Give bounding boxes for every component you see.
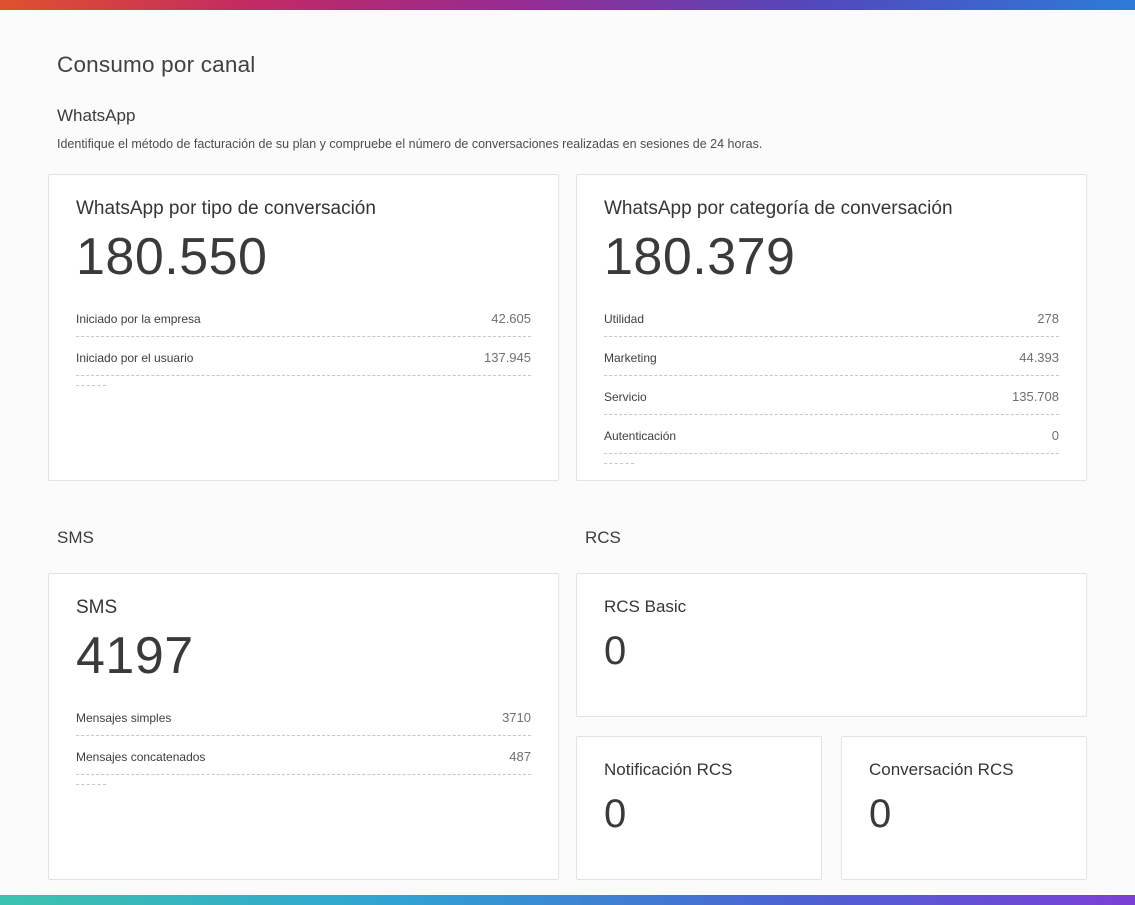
section-heading-rcs: RCS xyxy=(585,527,621,547)
card-total: 180.379 xyxy=(604,227,796,286)
whatsapp-cards-grid: WhatsApp por tipo de conversación 180.55… xyxy=(48,173,1087,481)
card-total: 0 xyxy=(869,792,892,837)
card-total: 0 xyxy=(604,629,627,674)
stat-label: Marketing xyxy=(604,350,657,365)
stat-row: Marketing 44.393 xyxy=(604,337,1059,376)
stat-value: 42.605 xyxy=(491,310,531,326)
stat-value: 137.945 xyxy=(484,349,531,365)
stat-row: Utilidad 278 xyxy=(604,298,1059,337)
stat-label: Mensajes concatenados xyxy=(76,749,206,764)
stat-label: Autenticación xyxy=(604,428,677,443)
card-title: SMS xyxy=(76,596,118,618)
stat-value: 135.708 xyxy=(1012,388,1059,404)
top-gradient-bar xyxy=(0,0,1135,10)
stat-value: 44.393 xyxy=(1019,349,1059,365)
stat-label: Servicio xyxy=(604,389,647,404)
rcs-small-cards-grid: Notificación RCS 0 Conversación RCS 0 xyxy=(576,717,1087,880)
stat-value: 0 xyxy=(1051,427,1059,443)
consumption-report-page: Consumo por canal WhatsApp Identifique e… xyxy=(0,10,1135,895)
section-heading-whatsapp: WhatsApp xyxy=(57,106,136,126)
bottom-gradient-bar xyxy=(0,895,1135,905)
page-title: Consumo por canal xyxy=(57,52,256,77)
sms-rcs-section: SMS SMS 4197 Mensajes simples 3710 Mensa… xyxy=(48,481,1087,880)
stat-row: Iniciado por la empresa 42.605 xyxy=(76,298,531,337)
card-title: WhatsApp por tipo de conversación xyxy=(76,197,376,219)
card-whatsapp-por-categoria: WhatsApp por categoría de conversación 1… xyxy=(576,173,1087,481)
stat-rows: Utilidad 278 Marketing 44.393 Servicio 1… xyxy=(604,298,1059,464)
stat-label: Utilidad xyxy=(604,311,645,326)
stat-value: 278 xyxy=(1037,310,1059,326)
stat-row: Mensajes simples 3710 xyxy=(76,697,531,736)
card-rcs-notificacion: Notificación RCS 0 xyxy=(576,735,822,880)
section-heading-sms: SMS xyxy=(57,527,94,547)
card-whatsapp-por-tipo: WhatsApp por tipo de conversación 180.55… xyxy=(48,173,559,481)
section-description-whatsapp: Identifique el método de facturación de … xyxy=(57,137,763,152)
card-title: Conversación RCS xyxy=(869,759,1014,779)
stat-label: Mensajes simples xyxy=(76,710,172,725)
stat-rows: Mensajes simples 3710 Mensajes concatena… xyxy=(76,697,531,785)
stat-label: Iniciado por la empresa xyxy=(76,311,201,326)
card-total: 180.550 xyxy=(76,227,268,286)
card-sms: SMS 4197 Mensajes simples 3710 Mensajes … xyxy=(48,572,559,880)
card-title: RCS Basic xyxy=(604,596,687,616)
card-title: WhatsApp por categoría de conversación xyxy=(604,197,953,219)
rcs-column: RCS RCS Basic 0 Notificación RCS 0 Conve… xyxy=(576,481,1087,880)
stat-row: Servicio 135.708 xyxy=(604,376,1059,415)
card-rcs-conversacion: Conversación RCS 0 xyxy=(841,735,1087,880)
stat-label: Iniciado por el usuario xyxy=(76,350,194,365)
stat-rows: Iniciado por la empresa 42.605 Iniciado … xyxy=(76,298,531,386)
stat-value: 3710 xyxy=(502,709,531,725)
stat-value: 487 xyxy=(509,748,531,764)
card-total: 4197 xyxy=(76,626,194,685)
trailing-dash xyxy=(76,775,106,785)
card-title: Notificación RCS xyxy=(604,759,733,779)
card-rcs-basic: RCS Basic 0 xyxy=(576,572,1087,717)
trailing-dash xyxy=(604,454,634,464)
sms-column: SMS SMS 4197 Mensajes simples 3710 Mensa… xyxy=(48,481,559,880)
card-total: 0 xyxy=(604,792,627,837)
trailing-dash xyxy=(76,376,106,386)
stat-row: Autenticación 0 xyxy=(604,415,1059,454)
stat-row: Iniciado por el usuario 137.945 xyxy=(76,337,531,376)
stat-row: Mensajes concatenados 487 xyxy=(76,736,531,775)
